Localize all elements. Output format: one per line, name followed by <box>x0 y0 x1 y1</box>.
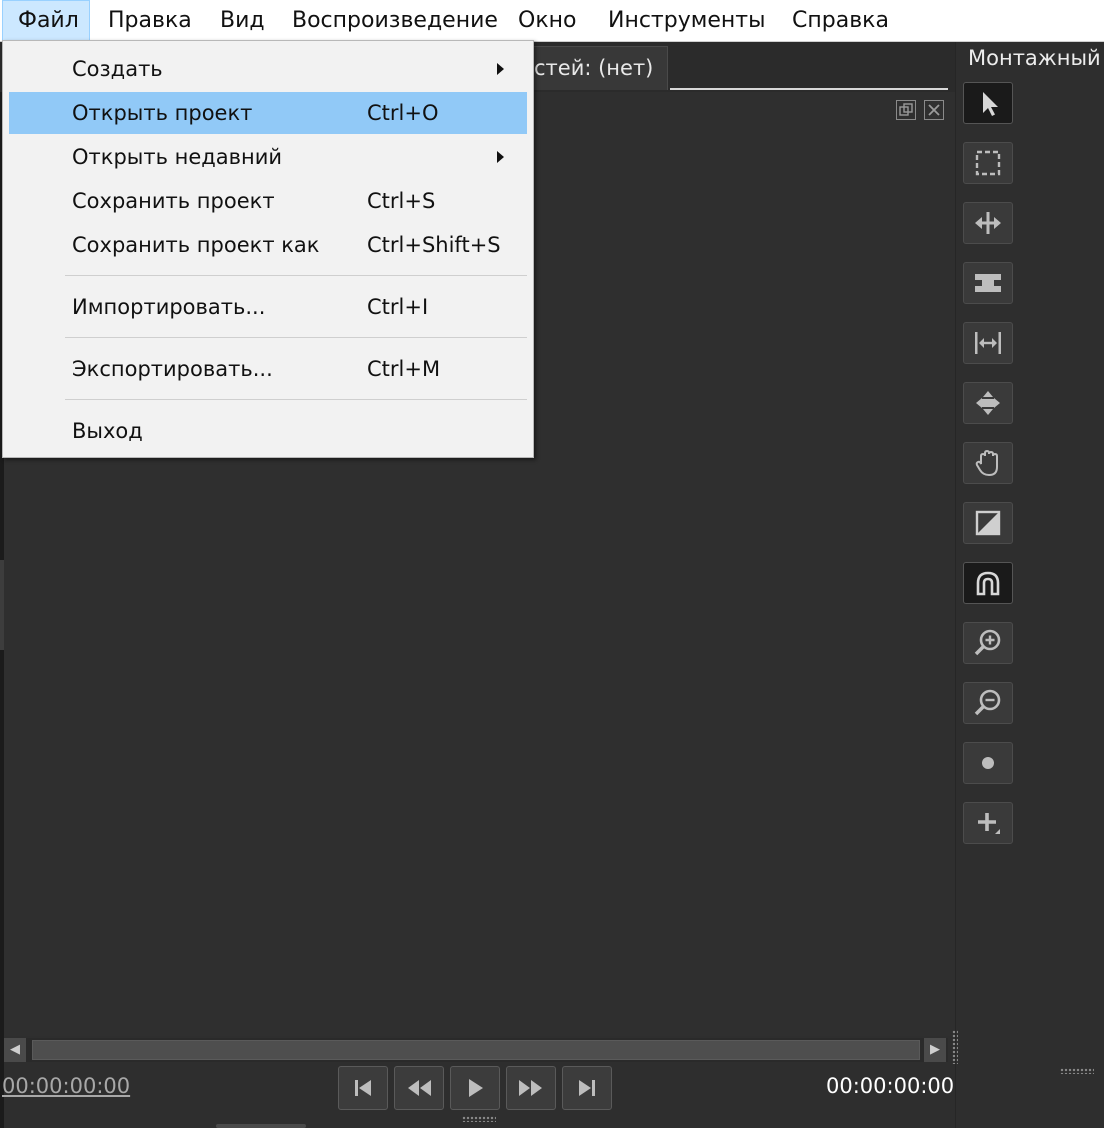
hand-icon <box>975 449 998 477</box>
menu-item-label: Сохранить проект как <box>72 233 320 257</box>
add-marker-icon <box>978 813 1000 834</box>
menu-item-exit[interactable]: Выход <box>9 410 527 452</box>
menu-item-new[interactable]: Создать <box>9 48 527 90</box>
submenu-arrow-icon <box>497 63 504 75</box>
scroll-right-arrow[interactable]: ▶ <box>924 1038 946 1062</box>
timeline-scrollbar[interactable]: ◀ ▶ <box>4 1038 948 1062</box>
workspace-mode-label: Монтажный <box>968 46 1101 70</box>
slip-icon <box>975 274 1001 292</box>
zoom-out-icon <box>974 689 1001 716</box>
jump-start-button[interactable] <box>338 1066 388 1110</box>
pointer-tool-button[interactable] <box>963 82 1013 124</box>
transition-tool-button[interactable] <box>963 502 1013 544</box>
scroll-left-arrow[interactable]: ◀ <box>4 1038 26 1062</box>
fast-forward-button[interactable] <box>506 1066 556 1110</box>
zoom-in-icon <box>974 629 1001 656</box>
play-button[interactable] <box>450 1066 500 1110</box>
menu-item-open-recent[interactable]: Открыть недавний <box>9 136 527 178</box>
menu-item-shortcut: Ctrl+M <box>367 357 441 381</box>
duration-timecode: 00:00:00:00 <box>826 1074 955 1098</box>
move-icon <box>976 391 1000 415</box>
fast-forward-icon <box>519 1080 542 1096</box>
current-timecode[interactable]: 00:00:00:00 <box>2 1074 130 1098</box>
menu-window[interactable]: Окно <box>518 0 576 41</box>
file-menu-dropdown: Создать Открыть проект Ctrl+O Открыть не… <box>2 40 534 458</box>
resize-grip-vertical[interactable] <box>952 1030 958 1064</box>
menu-playback[interactable]: Воспроизведение <box>292 0 498 41</box>
menu-edit[interactable]: Правка <box>108 0 192 41</box>
pointer-icon <box>983 92 998 116</box>
menu-item-open-project[interactable]: Открыть проект Ctrl+O <box>9 92 527 134</box>
center-playhead-tool-button[interactable] <box>963 742 1013 784</box>
add-marker-tool-button[interactable] <box>963 802 1013 844</box>
ripple-edit-icon <box>975 212 1001 234</box>
menu-separator <box>65 275 527 276</box>
menu-item-save-project[interactable]: Сохранить проект Ctrl+S <box>9 180 527 222</box>
menu-item-label: Выход <box>72 419 143 443</box>
menu-item-save-project-as[interactable]: Сохранить проект как Ctrl+Shift+S <box>9 224 527 266</box>
menu-file[interactable]: Файл <box>2 0 90 41</box>
menu-item-label: Создать <box>72 57 163 81</box>
menu-item-shortcut: Ctrl+I <box>367 295 429 319</box>
hand-tool-button[interactable] <box>963 442 1013 484</box>
menu-separator <box>65 399 527 400</box>
snap-magnet-icon <box>976 571 1000 596</box>
transition-icon <box>975 510 1001 536</box>
menu-item-shortcut: Ctrl+S <box>367 189 436 213</box>
menu-item-import[interactable]: Импортировать... Ctrl+I <box>9 286 527 328</box>
snap-tool-button[interactable] <box>963 562 1013 604</box>
center-playhead-icon <box>982 757 994 769</box>
menu-tools[interactable]: Инструменты <box>608 0 765 41</box>
resize-grip-bottom[interactable] <box>462 1116 496 1122</box>
menu-bar: Файл Правка Вид Воспроизведение Окно Инс… <box>0 0 1104 42</box>
close-icon[interactable] <box>924 100 944 120</box>
jump-start-icon <box>355 1080 371 1096</box>
ripple-edit-tool-button[interactable] <box>963 202 1013 244</box>
panel-divider <box>955 42 956 1128</box>
marquee-select-tool-button[interactable] <box>963 142 1013 184</box>
viewer-tab-label: стей: (нет) <box>534 56 654 80</box>
rewind-button[interactable] <box>394 1066 444 1110</box>
menu-item-export[interactable]: Экспортировать... Ctrl+M <box>9 348 527 390</box>
menu-item-shortcut: Ctrl+O <box>367 101 439 125</box>
jump-end-icon <box>579 1080 595 1096</box>
play-icon <box>469 1079 483 1097</box>
zoom-out-tool-button[interactable] <box>963 682 1013 724</box>
slip-tool-button[interactable] <box>963 262 1013 304</box>
bottom-panel-edge <box>216 1124 306 1128</box>
zoom-in-tool-button[interactable] <box>963 622 1013 664</box>
menu-view[interactable]: Вид <box>220 0 265 41</box>
resize-grip-corner[interactable] <box>1060 1068 1094 1074</box>
move-tool-button[interactable] <box>963 382 1013 424</box>
jump-end-button[interactable] <box>562 1066 612 1110</box>
submenu-arrow-icon <box>497 151 504 163</box>
viewer-tab[interactable]: стей: (нет) <box>520 46 668 90</box>
marquee-select-icon <box>975 150 1001 176</box>
menu-item-label: Открыть проект <box>72 101 253 125</box>
stretch-icon <box>975 332 1001 354</box>
menu-item-shortcut: Ctrl+Shift+S <box>367 233 501 257</box>
menu-item-label: Сохранить проект <box>72 189 275 213</box>
menu-item-label: Открыть недавний <box>72 145 283 169</box>
menu-separator <box>65 337 527 338</box>
rewind-icon <box>408 1080 431 1096</box>
stretch-tool-button[interactable] <box>963 322 1013 364</box>
scrollbar-thumb[interactable] <box>32 1040 920 1060</box>
tab-underline <box>670 88 948 90</box>
menu-item-label: Экспортировать... <box>72 357 273 381</box>
float-icon[interactable] <box>896 100 916 120</box>
menu-item-label: Импортировать... <box>72 295 266 319</box>
menu-help[interactable]: Справка <box>792 0 889 41</box>
